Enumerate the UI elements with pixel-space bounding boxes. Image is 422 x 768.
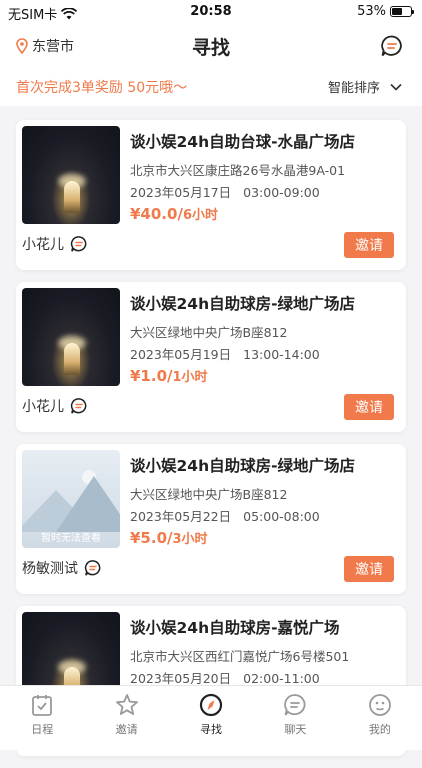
calendar-icon <box>32 695 53 716</box>
listing-time: 05:00-08:00 <box>243 509 320 524</box>
image-placeholder: 暂时无法查看 <box>22 450 120 548</box>
tab-invite[interactable]: 邀请 <box>84 686 168 750</box>
star-icon <box>115 694 138 715</box>
status-right: 53% <box>357 4 414 19</box>
placeholder-text: 暂时无法查看 <box>41 533 101 544</box>
listing-date: 2023年05月19日 <box>130 347 232 362</box>
listing-date: 2023年05月22日 <box>130 509 232 524</box>
tab-schedule[interactable]: 日程 <box>0 686 84 750</box>
battery-icon <box>390 6 414 17</box>
host-name: 小花儿 <box>22 399 64 415</box>
listing-price: ¥40.0/6小时 <box>130 204 218 223</box>
nav-bar: 东营市 寻找 <box>0 24 422 68</box>
host-name: 杨敏测试 <box>22 561 78 577</box>
listing-time: 13:00-14:00 <box>243 347 320 362</box>
tab-label: 日程 <box>31 723 54 736</box>
profile-icon <box>368 694 391 716</box>
chat-icon[interactable] <box>70 235 88 253</box>
listing-title: 谈小娱24h自助球房-绿地广场店 <box>130 457 356 475</box>
page-title: 寻找 <box>191 37 230 59</box>
listing-datetime: 2023年05月19日 13:00-14:00 <box>130 344 320 363</box>
listing-title: 谈小娱24h自助球房-嘉悦广场 <box>130 619 340 637</box>
listing-card[interactable]: 暂时无法查看 谈小娱24h自助球房-绿地广场店 大兴区绿地中央广场B座812 2… <box>16 444 406 594</box>
host-info: 小花儿 <box>22 234 88 254</box>
price-amount: ¥40.0/ <box>130 205 183 223</box>
listing-title: 谈小娱24h自助球房-绿地广场店 <box>130 295 356 313</box>
invite-button[interactable]: 邀请 <box>344 556 394 582</box>
chat-icon[interactable] <box>380 34 404 58</box>
tab-bar: 日程 邀请 寻找 聊天 我的 <box>0 685 422 750</box>
listing-address: 大兴区绿地中央广场B座812 <box>130 325 288 340</box>
price-unit: 1小时 <box>172 370 208 385</box>
listing-price: ¥5.0/3小时 <box>130 528 208 547</box>
price-amount: ¥5.0/ <box>130 529 173 547</box>
listing-address: 北京市大兴区康庄路26号水晶港9A-01 <box>130 163 346 178</box>
listing-card[interactable]: 谈小娱24h自助球房-绿地广场店 大兴区绿地中央广场B座812 2023年05月… <box>16 282 406 432</box>
listing-time: 02:00-11:00 <box>243 671 320 686</box>
listing-date: 2023年05月20日 <box>130 671 232 686</box>
promo-bar: 首次完成3单奖励 50元哦～ 智能排序 <box>0 68 422 106</box>
chat-icon <box>284 694 306 716</box>
listing-image <box>22 126 120 224</box>
invite-button[interactable]: 邀请 <box>344 394 394 420</box>
compass-icon <box>199 693 223 717</box>
chevron-down-icon <box>390 83 402 91</box>
battery-percent: 53% <box>357 4 386 19</box>
listing-date: 2023年05月17日 <box>130 185 232 200</box>
listing-price: ¥1.0/1小时 <box>130 366 208 385</box>
listing-datetime: 2023年05月17日 03:00-09:00 <box>130 182 320 201</box>
listing-datetime: 2023年05月22日 05:00-08:00 <box>130 506 320 525</box>
price-unit: 6小时 <box>182 208 218 223</box>
tab-label: 邀请 <box>115 723 138 736</box>
tab-label: 我的 <box>368 723 391 736</box>
listing-title: 谈小娱24h自助台球-水晶广场店 <box>130 133 356 151</box>
chat-icon[interactable] <box>70 397 88 415</box>
price-amount: ¥1.0/ <box>130 367 173 385</box>
listing-address: 大兴区绿地中央广场B座812 <box>130 487 288 502</box>
tab-profile[interactable]: 我的 <box>338 686 422 750</box>
tab-label: 寻找 <box>200 723 223 736</box>
invite-button[interactable]: 邀请 <box>344 232 394 258</box>
host-info: 杨敏测试 <box>22 558 102 578</box>
listing-address: 北京市大兴区西红门嘉悦广场6号楼501 <box>130 649 350 664</box>
listing-time: 03:00-09:00 <box>243 185 320 200</box>
status-bar: 无SIM卡 20:58 53% <box>0 0 422 24</box>
host-name: 小花儿 <box>22 237 64 253</box>
host-info: 小花儿 <box>22 396 88 416</box>
listing-card[interactable]: 谈小娱24h自助台球-水晶广场店 北京市大兴区康庄路26号水晶港9A-01 20… <box>16 120 406 270</box>
sort-dropdown[interactable]: 智能排序 <box>328 77 402 96</box>
tab-label: 聊天 <box>284 723 307 736</box>
tab-chat[interactable]: 聊天 <box>253 686 337 750</box>
listing-list: 谈小娱24h自助台球-水晶广场店 北京市大兴区康庄路26号水晶港9A-01 20… <box>16 120 406 768</box>
sort-label: 智能排序 <box>327 81 380 96</box>
listing-image <box>22 288 120 386</box>
tab-find[interactable]: 寻找 <box>169 686 253 750</box>
chat-icon[interactable] <box>84 559 102 577</box>
price-unit: 3小时 <box>172 532 208 547</box>
promo-text: 首次完成3单奖励 50元哦～ <box>16 80 188 96</box>
